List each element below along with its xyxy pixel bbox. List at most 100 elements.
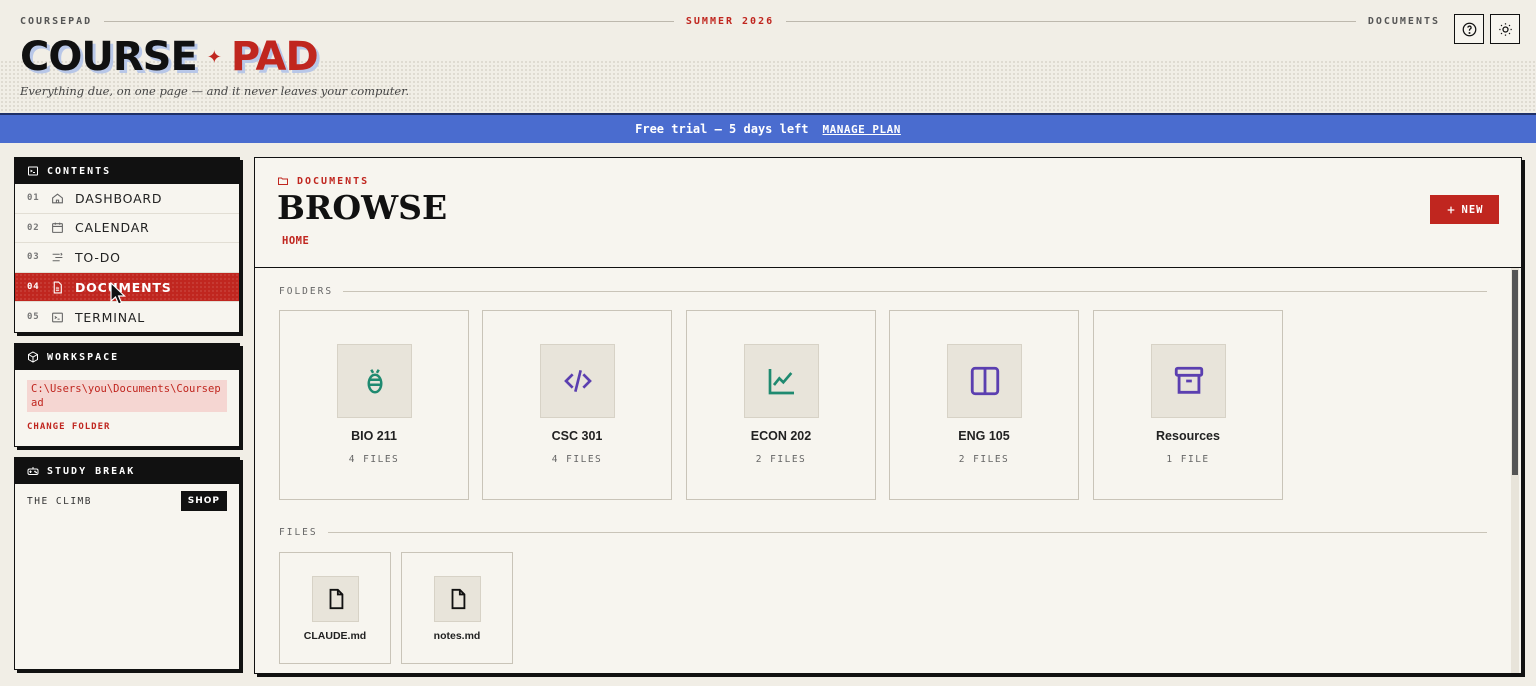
game-name[interactable]: THE CLIMB: [27, 496, 92, 507]
code-icon: [563, 370, 592, 392]
study-break-panel: STUDY BREAK THE CLIMB SHOP: [14, 457, 240, 670]
mouse-cursor-icon: [110, 282, 126, 305]
plus-icon: [1447, 206, 1454, 213]
trial-banner: Free trial — 5 days left MANAGE PLAN: [0, 113, 1536, 143]
list-icon: [51, 251, 75, 264]
help-button[interactable]: [1454, 14, 1484, 44]
folder-card-bio-211[interactable]: BIO 211 4 FILES: [279, 310, 469, 500]
folder-file-count: 1 FILE: [1166, 454, 1210, 465]
file-card-claude-md[interactable]: CLAUDE.md: [279, 552, 391, 664]
change-folder-button[interactable]: CHANGE FOLDER: [27, 422, 239, 432]
breadcrumb-label: DOCUMENTS: [297, 175, 370, 187]
folder-card-econ-202[interactable]: ECON 202 2 FILES: [686, 310, 876, 500]
file-name: notes.md: [433, 630, 481, 642]
contents-panel-header: CONTENTS: [15, 158, 239, 184]
sidebar-item-todo[interactable]: 03 TO-DO: [15, 243, 239, 273]
scrollbar-thumb[interactable]: [1512, 270, 1518, 475]
folder-icon: [278, 177, 288, 185]
theme-toggle-button[interactable]: [1490, 14, 1520, 44]
folder-file-count: 2 FILES: [958, 454, 1010, 465]
nav-number: 01: [27, 193, 40, 204]
folders-section-header: FOLDERS: [279, 286, 1487, 297]
logo-word-pad: PAD: [230, 34, 319, 80]
divider: [327, 532, 1487, 533]
trial-text: Free trial — 5 days left: [635, 122, 809, 136]
sidebar-item-label: TERMINAL: [75, 309, 145, 325]
contents-panel: CONTENTS 01 DASHBOARD 02 CALENDAR 03 TO-…: [14, 157, 240, 333]
folder-name: BIO 211: [351, 429, 397, 443]
folder-name: Resources: [1156, 429, 1220, 443]
book-open-icon: [970, 366, 999, 396]
folder-icon-box: [337, 344, 412, 418]
home-icon: [51, 192, 75, 205]
sidebar-item-label: CALENDAR: [75, 220, 150, 236]
folder-icon-box: [947, 344, 1022, 418]
contents-title: CONTENTS: [47, 165, 112, 177]
new-button-label: NEW: [1461, 203, 1484, 216]
sidebar-item-dashboard[interactable]: 01 DASHBOARD: [15, 184, 239, 214]
gamepad-icon: [27, 467, 39, 475]
sidebar-item-label: DASHBOARD: [75, 190, 163, 206]
workspace-title: WORKSPACE: [47, 351, 120, 363]
file-icon: [329, 588, 343, 610]
file-name: CLAUDE.md: [303, 630, 367, 642]
nav-number: 02: [27, 222, 40, 233]
folder-card-eng-105[interactable]: ENG 105 2 FILES: [889, 310, 1079, 500]
new-button[interactable]: NEW: [1430, 195, 1499, 224]
main-header: DOCUMENTS BROWSE HOME NEW: [255, 158, 1521, 268]
folders-label: FOLDERS: [279, 286, 334, 297]
terminal-icon: [28, 166, 38, 176]
scrollbar[interactable]: [1511, 268, 1519, 673]
file-card-notes-md[interactable]: notes.md: [401, 552, 513, 664]
folder-name: ECON 202: [750, 429, 812, 443]
terminal-icon: [51, 311, 75, 324]
divider: [343, 291, 1487, 292]
divider: [104, 20, 674, 22]
logo-star-icon: ✦: [206, 46, 222, 68]
study-break-panel-header: STUDY BREAK: [15, 458, 239, 484]
file-icon-box: [312, 576, 359, 622]
folder-name: ENG 105: [958, 429, 1010, 443]
help-circle-icon: [1462, 22, 1476, 36]
nav-number: 05: [27, 312, 40, 323]
sun-icon: [1498, 22, 1512, 36]
folder-name: CSC 301: [551, 429, 603, 443]
documents-main-panel: DOCUMENTS BROWSE HOME NEW FOLDERS BIO 21…: [254, 157, 1522, 674]
folder-icon-box: [540, 344, 615, 418]
sidebar-item-terminal[interactable]: 05 TERMINAL: [15, 302, 239, 332]
document-icon: [51, 281, 75, 294]
workspace-path: C:\Users\you\Documents\Coursepad: [27, 380, 227, 412]
page-title: BROWSE: [277, 188, 448, 227]
workspace-panel: WORKSPACE C:\Users\you\Documents\Coursep…: [14, 343, 240, 447]
tagline: Everything due, on one page — and it nev…: [20, 84, 410, 98]
folder-file-count: 4 FILES: [348, 454, 400, 465]
shop-button[interactable]: SHOP: [180, 491, 227, 511]
cube-icon: [28, 351, 38, 363]
folder-file-count: 2 FILES: [755, 454, 807, 465]
divider: [786, 20, 1356, 22]
nav-number: 04: [27, 282, 40, 293]
breadcrumb: DOCUMENTS: [277, 175, 369, 187]
calendar-icon: [51, 221, 75, 234]
chart-line-icon: [768, 369, 794, 395]
sidebar-item-label: TO-DO: [75, 249, 121, 265]
sidebar-item-calendar[interactable]: 02 CALENDAR: [15, 214, 239, 244]
manage-plan-link[interactable]: MANAGE PLAN: [823, 123, 901, 136]
bug-icon: [367, 369, 382, 394]
folder-icon-box: [1151, 344, 1226, 418]
folder-card-csc-301[interactable]: CSC 301 4 FILES: [482, 310, 672, 500]
folder-icon-box: [744, 344, 819, 418]
nav-number: 03: [27, 252, 40, 263]
files-label: FILES: [279, 527, 318, 538]
files-section-header: FILES: [279, 527, 1487, 538]
game-row: THE CLIMB SHOP: [15, 484, 239, 511]
season-label: SUMMER 2026: [685, 15, 775, 27]
folder-file-count: 4 FILES: [551, 454, 603, 465]
current-section-label: DOCUMENTS: [1367, 15, 1441, 27]
app-logo: COURSE ✦ PAD: [20, 34, 319, 80]
workspace-panel-header: WORKSPACE: [15, 344, 239, 370]
file-icon: [451, 588, 465, 610]
breadcrumb-home-link[interactable]: HOME: [282, 235, 309, 247]
brand-small-label: COURSEPAD: [20, 15, 93, 27]
folder-card-resources[interactable]: Resources 1 FILE: [1093, 310, 1283, 500]
